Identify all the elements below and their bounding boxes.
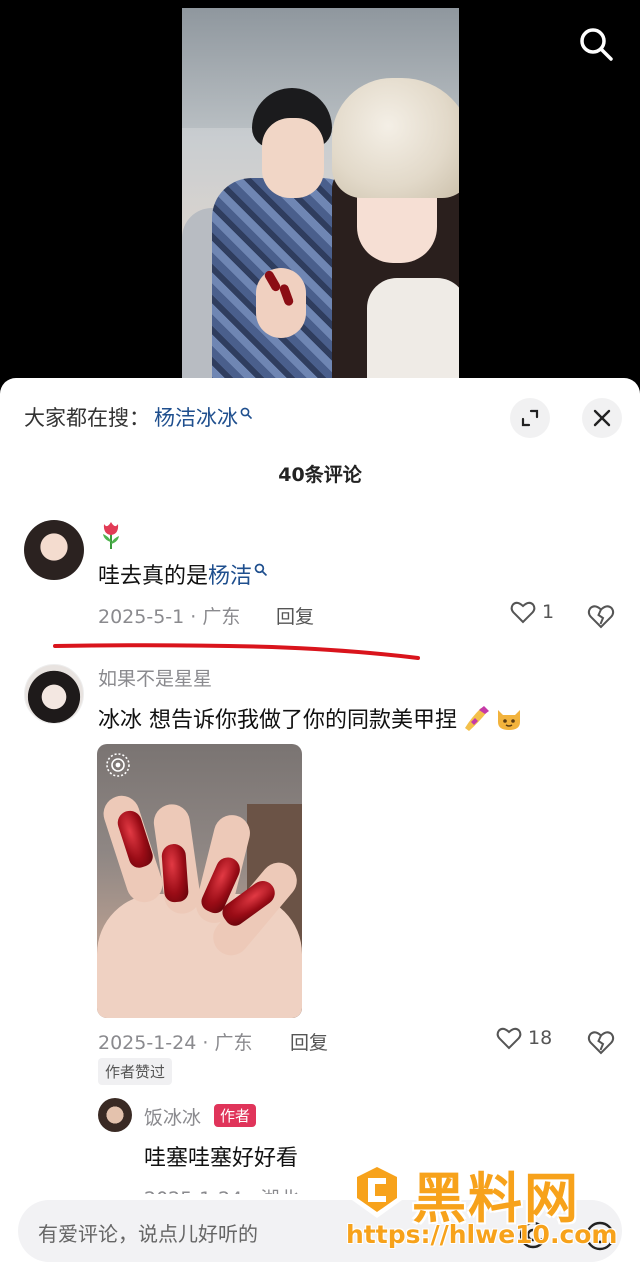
close-button[interactable] [582, 398, 622, 438]
video-player[interactable] [0, 0, 640, 380]
site-watermark: 黑料网 https://hlwe10.com [340, 1154, 640, 1254]
watermark-url: https://hlwe10.com [346, 1220, 618, 1249]
avatar[interactable] [98, 1098, 132, 1132]
comment-input-placeholder: 有爱评论，说点儿好听的 [38, 1222, 258, 1246]
avatar[interactable] [24, 664, 84, 724]
reply-button[interactable]: 回复 [276, 602, 314, 629]
cat-emoji [498, 710, 520, 730]
comment-text: 冰冰 想告诉你我做了你的同款美甲捏 [98, 702, 523, 734]
close-icon [593, 409, 611, 427]
search-icon [240, 407, 252, 419]
author-liked-badge: 作者赞过 [98, 1058, 173, 1085]
comment-count: 40条评论 [278, 464, 362, 486]
heart-icon [496, 1027, 522, 1050]
broken-heart-icon[interactable] [586, 600, 616, 630]
comment-text-prefix: 哇去真的是 [98, 564, 209, 589]
video-frame-photo [182, 8, 459, 380]
comment-meta: 2025-1-24 · 广东 [98, 1032, 253, 1054]
red-nail [161, 843, 189, 903]
reply-text: 哇塞哇塞好好看 [144, 1146, 299, 1171]
watermark-logo-icon [352, 1162, 402, 1218]
reply-username[interactable]: 饭冰冰 [144, 1103, 201, 1130]
like-count: 1 [542, 601, 555, 623]
comment-username[interactable]: 如果不是星星 [98, 664, 212, 691]
live-photo-icon [106, 753, 130, 777]
heart-icon [510, 601, 536, 624]
comment-image[interactable] [97, 744, 302, 1018]
nail-polish-emoji [465, 706, 489, 731]
tulip-emoji [103, 522, 119, 549]
expand-button[interactable] [510, 398, 550, 438]
red-underline-annotation [53, 643, 420, 660]
comment-keyword-link[interactable]: 杨洁 [208, 558, 252, 590]
like-button[interactable]: 18 [496, 1026, 552, 1050]
like-count: 18 [528, 1027, 553, 1049]
search-suggestion[interactable]: 大家都在搜： 杨洁冰冰 [24, 402, 252, 432]
reply-button[interactable]: 回复 [290, 1028, 328, 1055]
search-icon [254, 563, 267, 576]
like-button[interactable]: 1 [510, 600, 554, 624]
search-suggestion-keyword[interactable]: 杨洁冰冰 [154, 402, 238, 432]
author-tag: 作者 [214, 1104, 257, 1127]
search-suggestion-prefix: 大家都在搜： [24, 406, 150, 430]
comment-text: 哇去真的是 杨洁 [98, 558, 267, 590]
comment-meta: 2025-5-1 · 广东 [98, 606, 241, 628]
avatar[interactable] [24, 520, 84, 580]
search-icon[interactable] [578, 26, 614, 62]
broken-heart-icon[interactable] [586, 1026, 616, 1056]
comment-sheet: 大家都在搜： 杨洁冰冰 40条评论 哇去真的是 杨洁 2025-5-1 · 广东… [0, 378, 640, 1280]
comment-text-body: 冰冰 想告诉你我做了你的同款美甲捏 [98, 708, 457, 733]
expand-icon [521, 409, 539, 427]
